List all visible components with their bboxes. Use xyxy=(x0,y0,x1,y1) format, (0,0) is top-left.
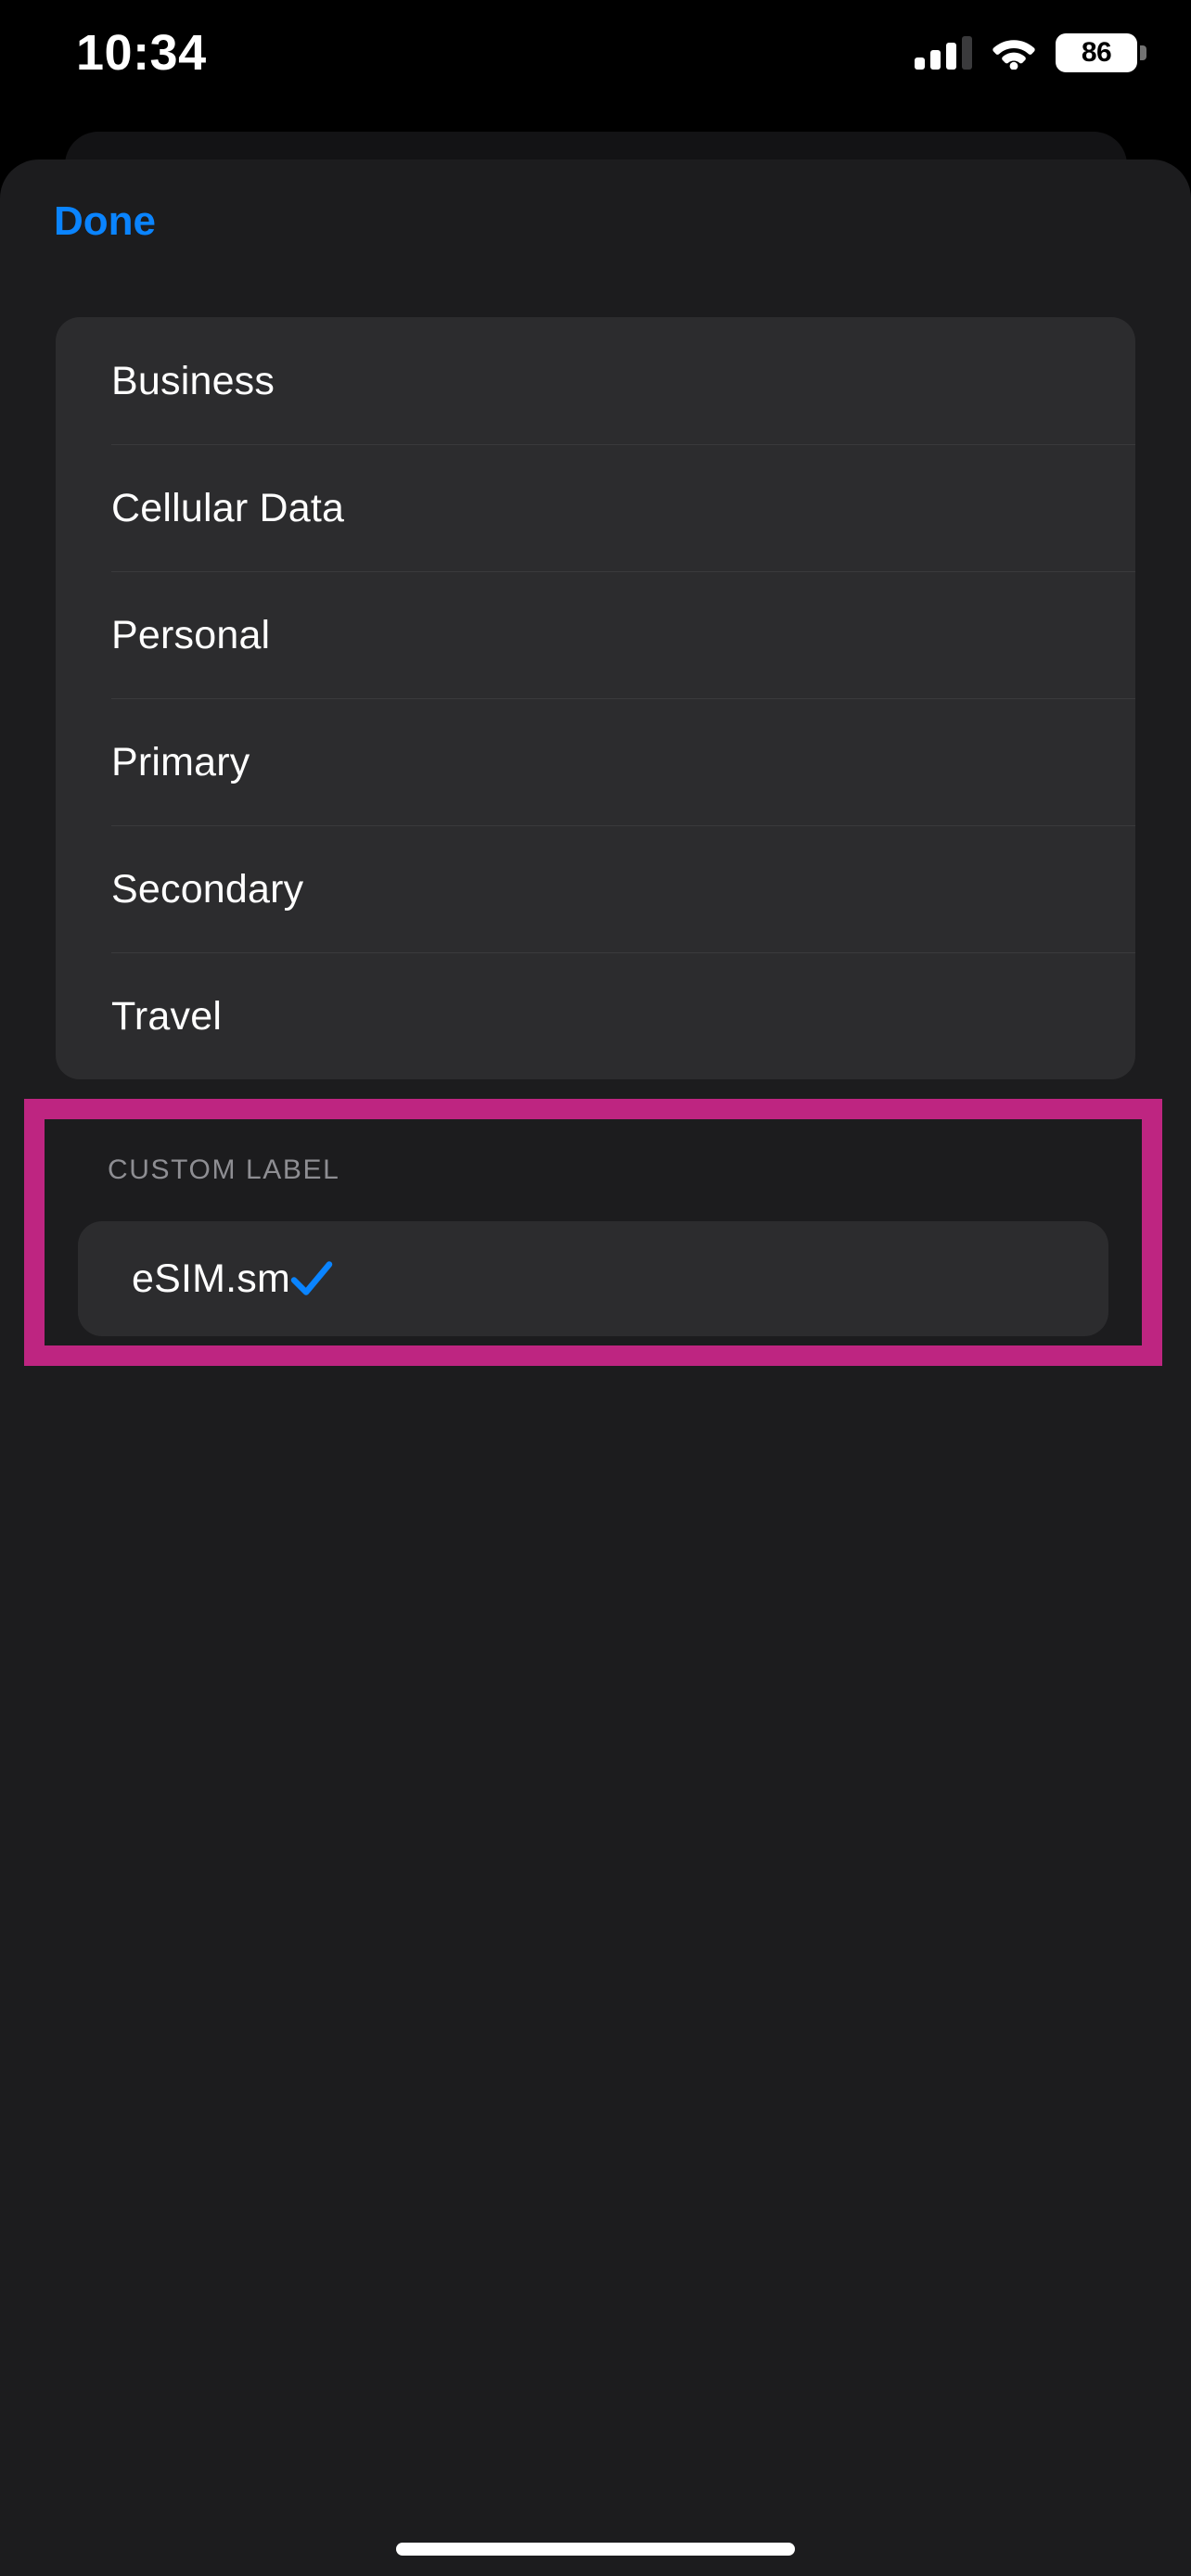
custom-label-highlight-box: CUSTOM LABEL eSIM.sm xyxy=(24,1099,1162,1366)
status-bar-time: 10:34 xyxy=(76,25,207,81)
option-row-personal[interactable]: Personal xyxy=(56,571,1135,698)
wifi-icon xyxy=(992,36,1035,70)
option-label: Business xyxy=(111,358,275,403)
option-label: Primary xyxy=(111,739,250,784)
phone-screen: 10:34 86 Done Business Cellular Data Per… xyxy=(0,0,1191,2576)
label-picker-sheet: Done Business Cellular Data Personal Pri… xyxy=(0,159,1191,2576)
custom-label-row[interactable]: eSIM.sm xyxy=(78,1221,1108,1336)
option-row-cellular-data[interactable]: Cellular Data xyxy=(56,444,1135,571)
option-row-business[interactable]: Business xyxy=(56,317,1135,444)
cellular-bars-icon xyxy=(915,36,972,70)
option-label: Travel xyxy=(111,993,223,1039)
option-label: Secondary xyxy=(111,866,304,912)
option-label: Personal xyxy=(111,612,271,657)
battery-icon: 86 xyxy=(1056,33,1146,72)
custom-label-heading: CUSTOM LABEL xyxy=(108,1154,340,1185)
done-button[interactable]: Done xyxy=(54,198,156,245)
status-bar: 10:34 86 xyxy=(0,0,1191,122)
option-row-secondary[interactable]: Secondary xyxy=(56,825,1135,952)
home-indicator[interactable] xyxy=(396,2543,795,2556)
status-bar-indicators: 86 xyxy=(915,30,1146,76)
preset-labels-card: Business Cellular Data Personal Primary … xyxy=(56,317,1135,1079)
custom-label-value: eSIM.sm xyxy=(132,1256,291,1301)
option-row-primary[interactable]: Primary xyxy=(56,698,1135,825)
option-row-travel[interactable]: Travel xyxy=(56,952,1135,1079)
battery-percent-label: 86 xyxy=(1081,37,1112,68)
checkmark-icon xyxy=(290,1257,385,1300)
option-label: Cellular Data xyxy=(111,485,345,530)
